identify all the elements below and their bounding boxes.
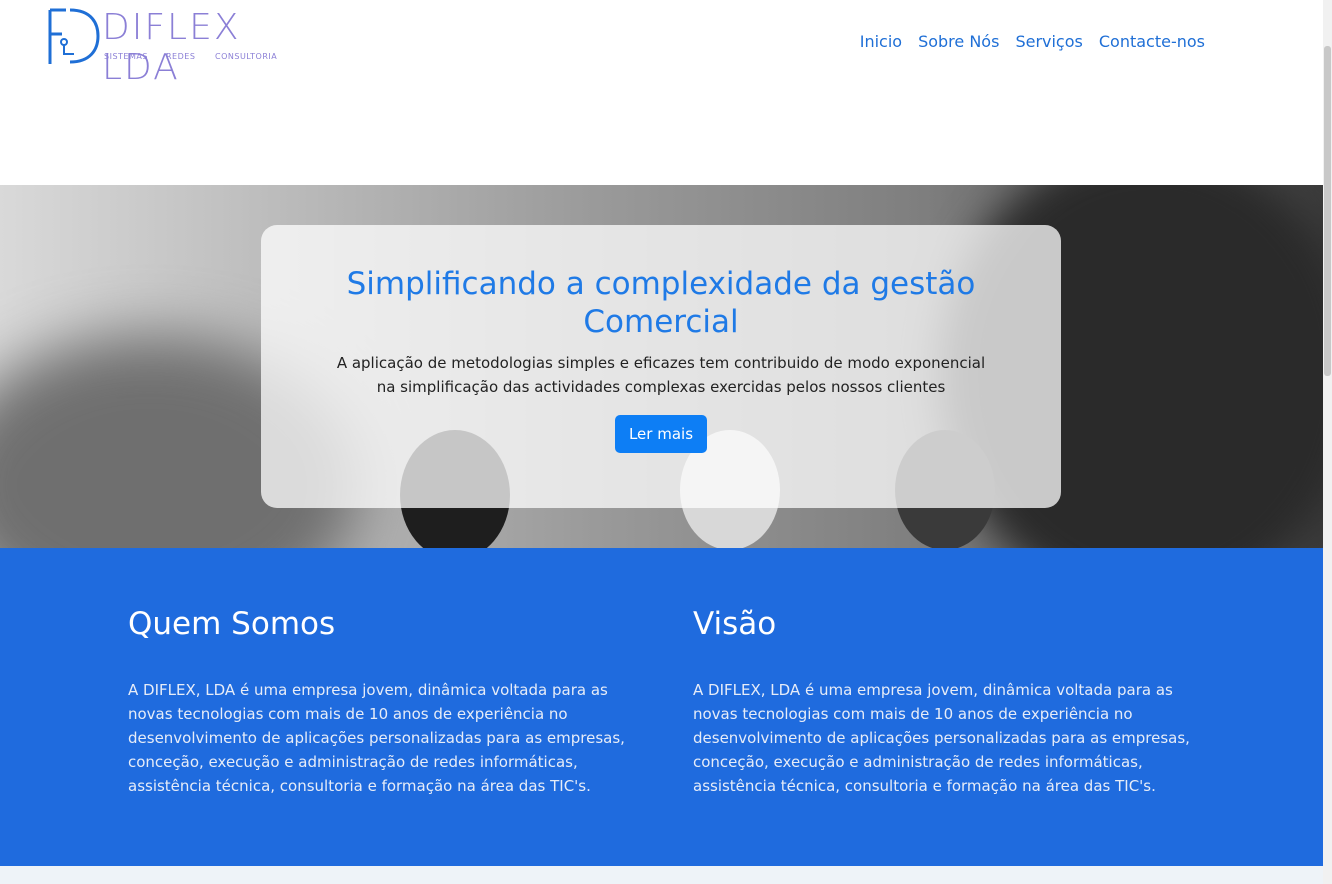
next-section-edge [0,866,1323,884]
logo-mark-icon [48,8,100,64]
nav-link-contacte-nos[interactable]: Contacte-nos [1099,30,1205,54]
scrollbar-thumb[interactable] [1324,46,1331,376]
page-scrollbar[interactable] [1323,0,1332,884]
company-logo[interactable]: DIFLEX LDA SISTEMAS REDES CONSULTORIA [44,4,284,88]
about-heading: Quem Somos [128,606,336,642]
about-text: A DIFLEX, LDA é uma empresa jovem, dinâm… [128,681,625,795]
vision-heading: Visão [693,606,777,642]
site-header: DIFLEX LDA SISTEMAS REDES CONSULTORIA In… [0,0,1323,185]
nav-link-sobre-nos[interactable]: Sobre Nós [918,30,999,54]
about-column-visao: Visão A DIFLEX, LDA é uma empresa jovem,… [693,604,1193,798]
read-more-button[interactable]: Ler mais [614,415,708,453]
nav-link-servicos[interactable]: Serviços [1015,30,1082,54]
logo-tagline-3: CONSULTORIA [215,52,278,61]
nav-link-inicio[interactable]: Inicio [860,30,902,54]
main-nav: Inicio Sobre Nós Serviços Contacte-nos [860,30,1205,54]
about-column-quem-somos: Quem Somos A DIFLEX, LDA é uma empresa j… [128,604,628,798]
hero-card: Simplificando a complexidade da gestão C… [261,225,1061,508]
logo-wordmark: DIFLEX LDA [102,7,241,88]
logo-tagline-2: REDES [166,52,196,61]
logo-tagline-1: SISTEMAS [104,52,148,61]
hero-section: Simplificando a complexidade da gestão C… [0,185,1323,548]
hero-description: A aplicação de metodologias simples e ef… [336,354,986,396]
about-section: Quem Somos A DIFLEX, LDA é uma empresa j… [0,548,1323,866]
vision-text: A DIFLEX, LDA é uma empresa jovem, dinâm… [693,681,1190,795]
hero-title: Simplificando a complexidade da gestão C… [346,266,976,340]
